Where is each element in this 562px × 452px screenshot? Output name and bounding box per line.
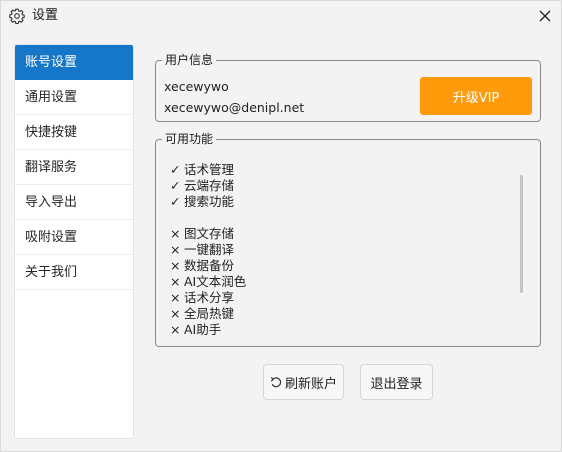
check-icon: ✓ (170, 162, 181, 177)
feature-item: × 图文存储 (170, 226, 235, 241)
refresh-icon (270, 376, 282, 387)
sidebar-item-shortcuts[interactable]: 快捷按键 (15, 115, 133, 150)
cross-icon: × (170, 290, 181, 305)
cross-icon: × (170, 306, 181, 321)
cross-icon: × (170, 226, 181, 241)
feature-item: ✓ 搜索功能 (170, 194, 235, 209)
feature-item: × 话术分享 (170, 290, 235, 305)
cross-icon: × (170, 258, 181, 273)
sidebar-item-snap[interactable]: 吸附设置 (15, 220, 133, 255)
features-scrollbar[interactable] (520, 175, 523, 293)
refresh-account-button[interactable]: 刷新账户 (263, 364, 344, 400)
feature-item: × AI助手 (170, 322, 222, 337)
feature-item: × 一键翻译 (170, 242, 235, 257)
feature-item: × AI文本润色 (170, 274, 247, 289)
settings-window: 设置 账号设置 通用设置 快捷按键 翻译服务 导入导出 吸附设置 关于我们 用户… (0, 0, 562, 452)
user-info-legend: 用户信息 (162, 53, 217, 68)
check-icon: ✓ (170, 178, 181, 193)
sidebar-item-import-export[interactable]: 导入导出 (15, 185, 133, 220)
sidebar-item-translation[interactable]: 翻译服务 (15, 150, 133, 185)
close-icon (539, 10, 551, 22)
feature-item: × 数据备份 (170, 258, 235, 273)
window-title: 设置 (32, 8, 59, 23)
sidebar: 账号设置 通用设置 快捷按键 翻译服务 导入导出 吸附设置 关于我们 (14, 44, 134, 439)
close-button[interactable] (531, 3, 559, 29)
sidebar-item-general[interactable]: 通用设置 (15, 80, 133, 115)
title-bar: 设置 (1, 1, 561, 31)
username: xecewywo (164, 79, 229, 94)
refresh-account-label: 刷新账户 (284, 376, 337, 392)
cross-icon: × (170, 322, 181, 337)
features-scroll-area[interactable]: ✓ 话术管理 ✓ 云端存储 ✓ 搜索功能 × 图文存储 × 一键翻译 × 数据备份 × AI文… (156, 140, 540, 337)
logout-button[interactable]: 退出登录 (360, 364, 433, 400)
feature-item: ✓ 云端存储 (170, 178, 235, 193)
user-info-group: 用户信息 xecewywo xecewywo@denipl.net 升级VIP (155, 53, 541, 122)
upgrade-vip-button[interactable]: 升级VIP (420, 77, 532, 115)
feature-item: × 全局热键 (170, 306, 235, 321)
sidebar-item-account[interactable]: 账号设置 (15, 45, 133, 80)
sidebar-item-about[interactable]: 关于我们 (15, 255, 133, 290)
check-icon: ✓ (170, 194, 181, 209)
cross-icon: × (170, 242, 181, 257)
feature-list: ✓ 话术管理 ✓ 云端存储 ✓ 搜索功能 × 图文存储 × 一键翻译 × 数据备份 × AI文… (170, 162, 510, 337)
features-group: 可用功能 ✓ 话术管理 ✓ 云端存储 ✓ 搜索功能 × 图文存储 × 一键翻译 × 数据备份… (155, 132, 541, 347)
feature-item: ✓ 话术管理 (170, 162, 235, 177)
gear-icon (9, 8, 25, 25)
user-email: xecewywo@denipl.net (164, 100, 305, 115)
cross-icon: × (170, 274, 181, 289)
